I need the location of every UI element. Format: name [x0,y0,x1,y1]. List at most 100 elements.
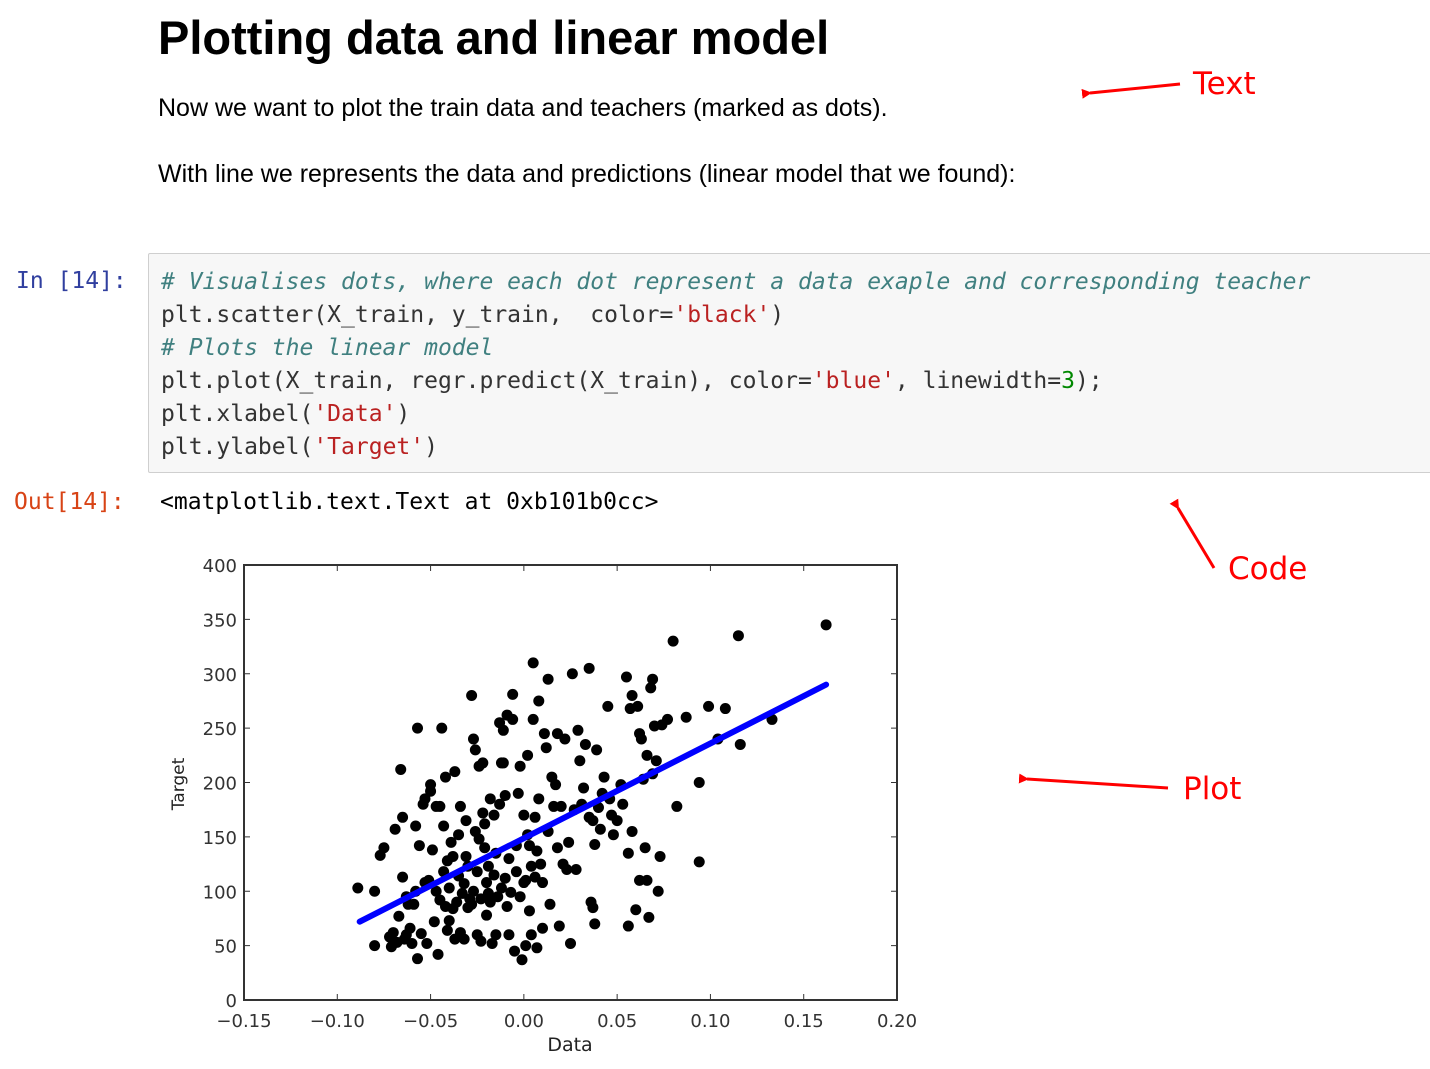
scatter-point [565,937,576,949]
scatter-point [650,755,662,767]
scatter-point [443,882,455,894]
y-tick-label: 100 [203,882,237,903]
scatter-point [598,771,610,783]
scatter-point [587,815,599,827]
scatter-point [622,920,634,932]
code-token-num: 3 [1061,368,1075,394]
scatter-point [518,809,530,821]
scatter-point [438,820,450,832]
scatter-point [441,924,453,936]
scatter-point [479,818,491,830]
scatter-point [579,738,591,750]
scatter-point [626,690,638,701]
scatter-point [732,630,744,642]
scatter-point [662,713,674,725]
scatter-point [408,898,420,910]
scatter-point [507,688,519,700]
code-cell[interactable]: # Visualises dots, where each dot repres… [148,253,1430,473]
scatter-point [551,842,563,854]
scatter-point [693,856,705,868]
scatter-point [443,915,455,927]
code-token-plain: ) [424,434,438,460]
scatter-point [477,757,489,769]
scatter-point [395,763,407,775]
output-prompt: Out[14]: [14,489,125,515]
scatter-point [639,842,651,854]
scatter-point [647,673,659,685]
scatter-point [447,850,459,862]
scatter-point [617,798,629,810]
scatter-point [527,657,539,669]
scatter-point [587,902,599,914]
markdown-paragraph-1: Now we want to plot the train data and t… [158,94,888,122]
scatter-point [484,793,496,805]
scatter-point [555,800,567,812]
scatter-point [501,900,513,912]
output-text: <matplotlib.text.Text at 0xb101b0cc> [160,489,659,515]
annotation-code-label: Code [1228,551,1308,587]
scatter-point [507,713,519,725]
scatter-point [488,809,500,821]
y-tick-label: 400 [203,556,237,577]
scatter-point [654,850,666,862]
code-token-plain: plt.scatter(X_train, y_train, color= [161,302,674,328]
scatter-point [531,845,543,857]
input-prompt: In [14]: [16,268,127,294]
scatter-point [529,811,541,823]
scatter-point [497,724,509,736]
scatter-point [537,922,549,934]
code-token-str: 'Data' [313,401,397,427]
text-arrow [1081,82,1181,99]
scatter-point [352,882,364,894]
scatter-point [426,844,438,856]
scatter-point [578,782,590,794]
scatter-point [520,874,532,886]
x-tick-label: 0.00 [504,1011,544,1032]
scatter-point [412,953,424,965]
code-line: # Visualises dots, where each dot repres… [161,269,1310,295]
scatter-point [369,885,381,897]
markdown-title: Plotting data and linear model [158,11,830,64]
scatter-points [352,619,832,966]
y-tick-label: 0 [226,991,237,1012]
scatter-point [533,793,545,805]
scatter-point [449,766,461,778]
scatter-point [469,744,481,756]
x-tick-label: 0.15 [784,1011,824,1032]
scatter-point [479,842,491,854]
scatter-point [393,910,405,922]
x-tick-label: −0.15 [216,1011,271,1032]
scatter-point [434,800,446,812]
scatter-point [436,722,448,734]
scatter-point [520,940,532,952]
scatter-point [566,668,578,680]
scatter-point [421,937,433,949]
code-token-str: 'black' [673,302,771,328]
code-line: plt.ylabel('Target') [161,434,438,460]
code-line: # Plots the linear model [161,335,493,361]
y-tick-label: 250 [203,719,237,740]
scatter-point [626,825,638,837]
plot-frame [243,564,898,1001]
scatter-point [415,928,427,940]
scatter-point [516,954,528,966]
scatter-point [404,922,416,934]
code-token-plain: ) [770,302,785,328]
scatter-point [563,836,575,848]
scatter-point [671,800,683,812]
scatter-point [693,777,705,788]
code-editor[interactable]: # Visualises dots, where each dot repres… [161,266,1310,464]
x-axis-label: Data [547,1034,592,1056]
y-tick-label: 150 [203,828,237,849]
scatter-point [413,840,425,852]
scatter-point [602,700,614,712]
scatter-point [607,829,619,841]
scatter-point [499,872,511,884]
y-tick-label: 200 [203,774,237,795]
scatter-point [589,918,601,930]
scatter-point [467,733,479,745]
x-tick-label: 0.10 [690,1011,730,1032]
scatter-point [540,742,552,754]
scatter-point [643,911,655,923]
scatter-point [574,755,586,767]
